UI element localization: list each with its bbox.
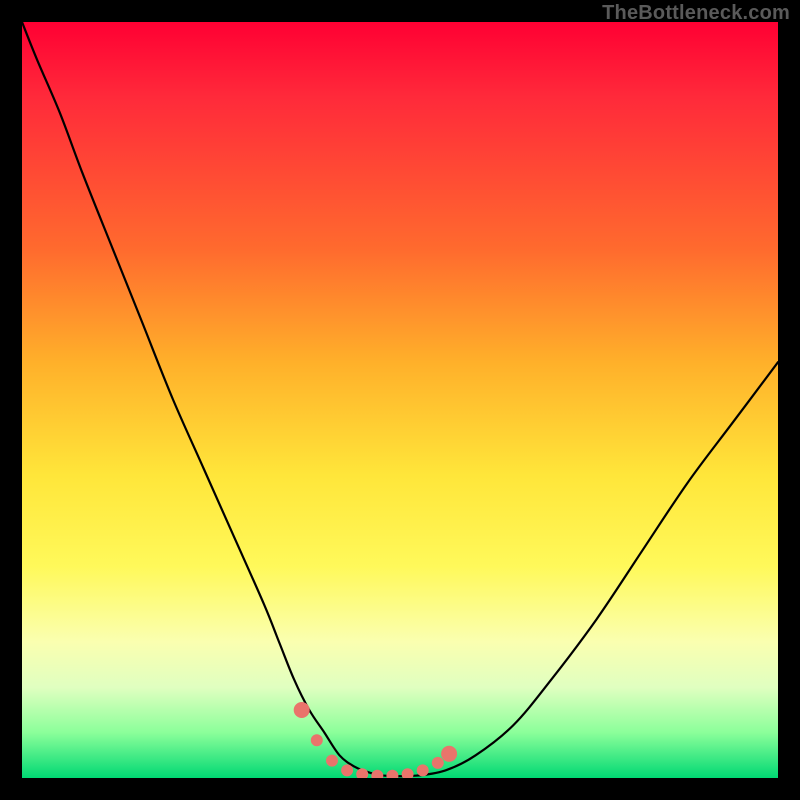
trough-marker-group [294,702,457,778]
trough-marker [402,768,414,778]
trough-marker [326,755,338,767]
chart-frame: TheBottleneck.com [0,0,800,800]
chart-svg [22,22,778,778]
trough-marker [417,764,429,776]
trough-marker [341,764,353,776]
watermark-text: TheBottleneck.com [602,2,790,25]
trough-marker [294,702,310,718]
trough-marker [432,757,444,769]
trough-marker [441,746,457,762]
trough-marker [386,770,398,778]
bottleneck-curve [22,22,778,776]
trough-marker [356,768,368,778]
trough-marker [371,770,383,778]
trough-marker [311,734,323,746]
plot-area [22,22,778,778]
